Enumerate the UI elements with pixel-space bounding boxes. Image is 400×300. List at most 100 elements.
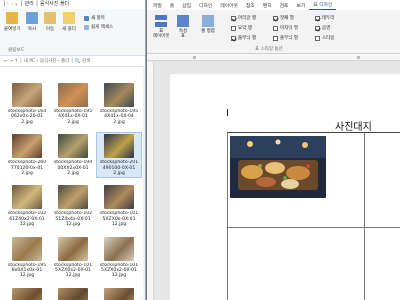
checkbox-icon	[315, 35, 320, 41]
clipboard-icon	[6, 12, 19, 24]
file-item[interactable]: stocksphoto-260 770120-0x-01 2.jpg	[5, 133, 49, 177]
style-option-checkbox[interactable]: 마지막 열	[273, 25, 298, 31]
word-window: 파일 홈 삽입 디자인 레이아웃 참조 편지 검토 보기 표 디자인 표 레이아웃 속성 표 셀 …	[147, 0, 400, 300]
checkbox-icon	[273, 15, 278, 21]
indent-marker-icon[interactable]	[193, 56, 196, 59]
file-name: stocksphoto-164 062x0x-20-01 2.jpg	[7, 109, 47, 125]
file-grid: stocksphoto-164 062x0x-20-01 2.jpg stocks…	[5, 82, 142, 300]
desktop-screen: │ 🗀 ⌄ │ 관리 │ 음식사진 폴더 붙여넣기 복사 이동 새 폴더 새 항…	[0, 0, 400, 300]
vertical-ruler[interactable]	[147, 62, 154, 300]
tab-2[interactable]: 삽입	[178, 2, 195, 10]
text-cursor	[227, 109, 228, 116]
style-option-checkbox[interactable]: 첫째 열	[273, 15, 294, 21]
explorer-ribbon: 붙여넣기 복사 이동 새 폴더 새 항목 쉽게 액세스 클립보드	[0, 9, 145, 56]
tab-7[interactable]: 검토	[276, 2, 293, 10]
checkbox-icon	[231, 25, 236, 31]
file-item[interactable]: stocksphoto-201 490100-0X-01 2.jpg	[96, 132, 142, 179]
file-thumbnail	[104, 287, 134, 300]
file-item[interactable]: stocksphoto-164 062x0x-20-01 2.jpg	[5, 82, 49, 126]
checkbox-label: 스타일	[322, 36, 335, 41]
table-layout-button[interactable]: 표 레이아웃	[153, 15, 170, 39]
file-thumbnail	[12, 185, 42, 210]
file-item[interactable]	[97, 287, 141, 300]
file-thumbnail	[104, 236, 134, 261]
clipboard-group-label: 클립보드	[8, 48, 25, 53]
easy-access-button[interactable]: 쉽게 액세스	[84, 24, 113, 30]
tab-1[interactable]: 홈	[166, 2, 178, 10]
table-row-border[interactable]	[228, 227, 400, 228]
explorer-title-bar: │ 🗀 ⌄ │ 관리 │ 음식사진 폴더	[0, 0, 145, 9]
file-item[interactable]: stocksphoto-195 4X41x-0X-01 2.jpg	[51, 82, 95, 126]
tab-9[interactable]: 표 디자인	[309, 1, 337, 10]
file-item[interactable]	[51, 287, 95, 300]
new-folder-icon	[62, 12, 75, 24]
tab-4[interactable]: 레이아웃	[216, 2, 242, 10]
right-indent-marker-icon[interactable]	[357, 56, 360, 59]
new-item-icon	[84, 15, 89, 21]
checkbox-icon	[231, 35, 236, 41]
file-name: stocksphoto-194 00XX2x0X-01 2.jpg	[53, 160, 93, 177]
checkbox-label: 머리글 행	[238, 16, 256, 21]
file-thumbnail	[12, 236, 42, 261]
table-column-border[interactable]	[364, 133, 365, 300]
table-properties-button[interactable]: 속성 표	[177, 15, 189, 39]
file-thumbnail	[58, 83, 88, 107]
file-item[interactable]: stocksphoto-195 8x0X1x0x-01 12.jpg	[5, 236, 49, 280]
ribbon-tabs: 파일 홈 삽입 디자인 레이아웃 참조 편지 검토 보기 표 디자인	[147, 0, 400, 10]
horizontal-ruler[interactable]	[147, 54, 400, 61]
style-option-checkbox[interactable]: 음영	[315, 25, 330, 31]
file-thumbnail	[12, 83, 42, 107]
file-name: stocksphoto-102 51Z4x4x-0X-01 12.jpg	[53, 211, 93, 228]
copy-button[interactable]: 복사	[26, 12, 38, 32]
tab-8[interactable]: 보기	[292, 2, 309, 10]
style-option-checkbox[interactable]: 머리글 행	[231, 15, 256, 21]
style-option-checkbox[interactable]: 줄무늬 열	[273, 35, 298, 41]
file-item[interactable]: stocksphoto-194 00XX2x0X-01 2.jpg	[51, 133, 95, 177]
checkbox-label: 첫째 열	[280, 16, 294, 21]
inserted-food-photo[interactable]	[230, 136, 326, 198]
address-bar[interactable]: ← → ↑ │ 내 PC › 음식사진 › 폴더 │ 🔍 검색	[0, 56, 145, 67]
file-name: stocksphoto-101 5XZX0x-0X-01 12.jpg	[99, 211, 139, 228]
file-item[interactable]	[5, 287, 49, 300]
file-item[interactable]: stocksphoto-102 51Z4x4x-0X-01 12.jpg	[51, 184, 95, 228]
file-thumbnail	[58, 134, 88, 159]
file-item[interactable]: stocksphoto-101 5XZX0x2-0X-01 12.jpg	[51, 236, 95, 280]
file-name: stocksphoto-195 4X41x-0X-04 2.jpg	[99, 109, 139, 125]
file-name: stocksphoto-260 770120-0x-01 2.jpg	[7, 160, 47, 177]
checkbox-label: 줄무늬 열	[280, 36, 298, 41]
tab-6[interactable]: 편지	[259, 2, 276, 10]
move-button[interactable]: 이동	[44, 12, 56, 32]
file-item[interactable]: stocksphoto-101 5XZX0x-0X-01 12.jpg	[97, 184, 141, 228]
file-explorer-window: │ 🗀 ⌄ │ 관리 │ 음식사진 폴더 붙여넣기 복사 이동 새 폴더 새 항…	[0, 0, 146, 300]
style-option-checkbox[interactable]: 테두리	[315, 15, 334, 21]
file-thumbnail	[104, 83, 134, 107]
easy-access-icon	[84, 24, 89, 30]
file-name: stocksphoto-102 61Z40x2-0X-01 12.jpg	[7, 211, 47, 228]
merge-cells-button[interactable]: 셀 병합	[201, 15, 215, 34]
paste-button[interactable]: 붙여넣기	[4, 12, 21, 32]
file-name: stocksphoto-101 5XZX0x2-0X-01 12.jpg	[53, 262, 93, 279]
style-option-checkbox[interactable]: 스타일	[315, 35, 334, 41]
file-item[interactable]: stocksphoto-195 4X41x-0X-04 2.jpg	[97, 82, 141, 126]
checkbox-icon	[273, 35, 278, 41]
table-style-options-label: 표 스타일 옵션	[255, 47, 283, 52]
tab-3[interactable]: 디자인	[195, 2, 216, 10]
document-page[interactable]: 사진대지	[170, 74, 400, 300]
file-name: stocksphoto-201 490100-0X-01 2.jpg	[99, 160, 139, 177]
style-option-checkbox[interactable]: 줄무늬 행	[231, 35, 256, 41]
checkbox-icon	[231, 15, 236, 21]
new-folder-button[interactable]: 새 폴더	[62, 12, 76, 32]
tab-5[interactable]: 참조	[242, 2, 259, 10]
style-option-checkbox[interactable]: 요약 행	[231, 25, 252, 31]
word-ribbon: 표 레이아웃 속성 표 셀 병합 머리글 행요약 행줄무늬 행 첫째 열마지막 열…	[147, 10, 400, 54]
file-thumbnail	[12, 287, 42, 300]
file-name: stocksphoto-195 4X41x-0X-01 2.jpg	[53, 109, 93, 125]
file-item[interactable]: stocksphoto-101 5XZX0x2-0X-01 12.jpg	[97, 236, 141, 280]
new-item-button[interactable]: 새 항목	[84, 15, 105, 21]
file-name: stocksphoto-195 8x0X1x0x-01 12.jpg	[7, 262, 47, 279]
document-heading[interactable]: 사진대지	[335, 118, 372, 133]
file-thumbnail	[104, 134, 134, 159]
tab-0[interactable]: 파일	[149, 2, 166, 10]
folder-move-icon	[44, 12, 56, 24]
file-item[interactable]: stocksphoto-102 61Z40x2-0X-01 12.jpg	[5, 184, 49, 228]
